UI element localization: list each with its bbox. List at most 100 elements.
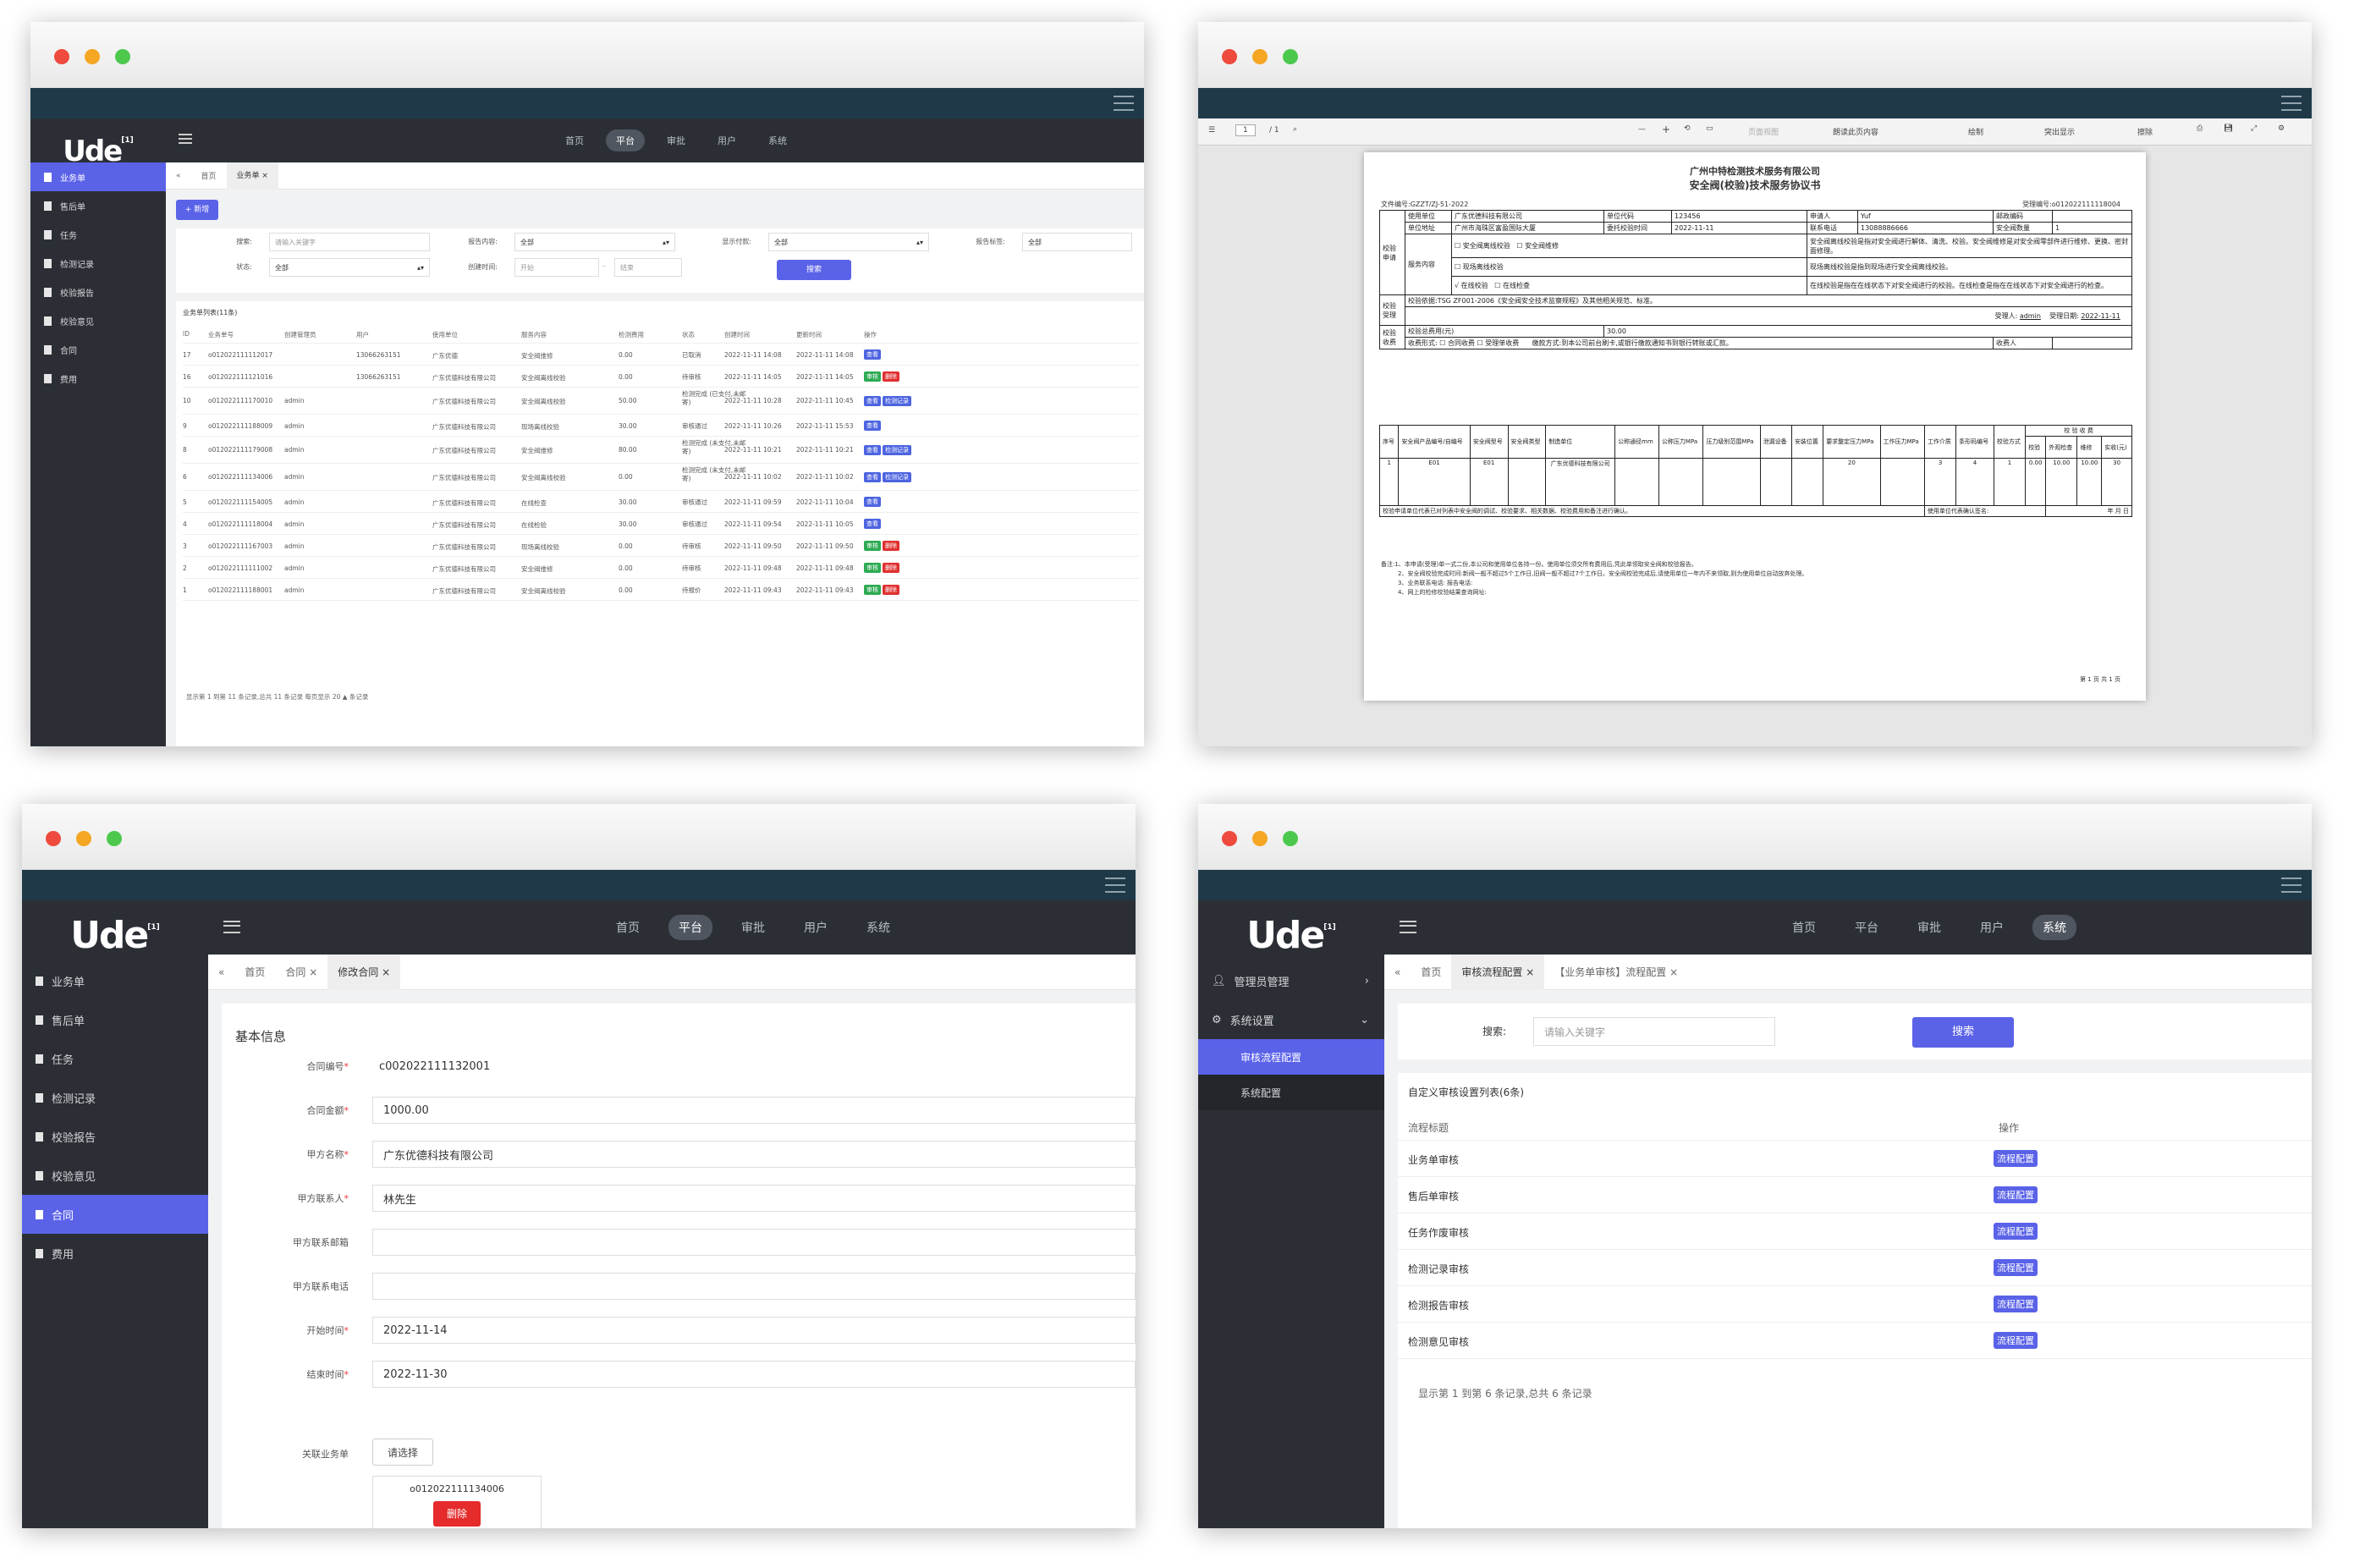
report-select[interactable]: 全部 ▴▾ xyxy=(514,233,675,251)
sidebar-item-reports[interactable]: 校验报告 xyxy=(22,1117,208,1156)
view-button[interactable]: 查看 xyxy=(864,421,881,431)
field-input[interactable]: 2022-11-14 xyxy=(372,1317,1136,1344)
crumb-edit-contract[interactable]: 修改合同 × xyxy=(327,954,401,990)
crumb-home[interactable]: 首页 xyxy=(1411,965,1451,979)
close-dot[interactable] xyxy=(46,831,61,846)
table-row[interactable]: 检测意见审核 流程配置 xyxy=(1398,1323,2312,1359)
field-input[interactable] xyxy=(372,1229,1136,1256)
sidebar-item-contracts[interactable]: 合同 xyxy=(30,335,166,364)
nav-platform[interactable]: 平台 xyxy=(606,129,645,151)
view-button[interactable]: 查看 xyxy=(864,472,881,482)
flow-config-button[interactable]: 流程配置 xyxy=(1994,1332,2038,1349)
close-dot[interactable] xyxy=(1222,831,1237,846)
crumb-order-flow[interactable]: 【业务单审核】流程配置 × xyxy=(1544,965,1688,979)
contents-icon[interactable]: ☰ xyxy=(1208,126,1215,135)
sidebar-item-contracts[interactable]: 合同 xyxy=(22,1195,208,1234)
delete-button[interactable]: 删除 xyxy=(883,563,899,573)
fit-page-icon[interactable]: ▭ xyxy=(1706,124,1713,133)
draw-button[interactable]: 绘制 xyxy=(1968,126,1983,137)
delete-linked-order-button[interactable]: 删除 xyxy=(433,1501,481,1527)
search-input[interactable]: 请输入关键字 xyxy=(269,233,430,251)
nav-system[interactable]: 系统 xyxy=(758,129,797,151)
start-date-input[interactable]: 开始 xyxy=(514,258,599,277)
crumb-approval-flow[interactable]: 审核流程配置 × xyxy=(1451,954,1545,990)
search-button[interactable]: 搜索 xyxy=(777,260,851,280)
back-icon[interactable]: « xyxy=(208,966,234,978)
table-row[interactable]: 16 o012022111121016 13066263151 广东优德科技有限公司 安… xyxy=(183,366,1139,388)
status-select[interactable]: 全部 ▴▾ xyxy=(269,258,430,277)
delete-button[interactable]: 删除 xyxy=(883,541,899,551)
page-number-input[interactable]: 1 xyxy=(1235,124,1256,136)
hamburger-icon[interactable] xyxy=(1105,878,1125,893)
sidebar-item-orders[interactable]: 业务单 xyxy=(30,162,166,191)
nav-system[interactable]: 系统 xyxy=(2032,915,2076,940)
delete-button[interactable]: 删除 xyxy=(883,371,899,382)
nav-home[interactable]: 首页 xyxy=(1782,915,1826,940)
nav-home[interactable]: 首页 xyxy=(555,129,594,151)
zoom-in-icon[interactable]: + xyxy=(1662,124,1670,135)
table-row[interactable]: 17 o012022111112017 13066263151 广东优德 安全阀维修 0.… xyxy=(183,344,1139,366)
save-icon[interactable]: 💾︎ xyxy=(2224,124,2233,133)
flow-config-button[interactable]: 流程配置 xyxy=(1994,1296,2038,1312)
nav-users[interactable]: 用户 xyxy=(707,129,746,151)
nav-platform[interactable]: 平台 xyxy=(1845,915,1889,940)
erase-button[interactable]: 擦除 xyxy=(2137,126,2153,137)
nav-approval[interactable]: 审批 xyxy=(731,915,775,940)
sidebar-item-opinions[interactable]: 校验意见 xyxy=(30,306,166,335)
sidebar-item-aftersale[interactable]: 售后单 xyxy=(30,191,166,220)
nav-users[interactable]: 用户 xyxy=(794,915,838,940)
table-row[interactable]: 1 o012022111188001 admin 广东优德科技有限公司 安全阀离线校验 0… xyxy=(183,579,1139,601)
review-button[interactable]: 审核 xyxy=(864,585,881,595)
fullscreen-icon[interactable]: ⤢ xyxy=(2251,124,2257,133)
table-row[interactable]: 检测报告审核 流程配置 xyxy=(1398,1286,2312,1323)
view-button[interactable]: 查看 xyxy=(864,396,881,406)
highlight-button[interactable]: 突出显示 xyxy=(2044,126,2075,137)
zoom-dot[interactable] xyxy=(1283,831,1298,846)
sidebar-item-admins[interactable]: 👤︎ 管理员管理 › xyxy=(1198,961,1384,1000)
close-dot[interactable] xyxy=(54,49,69,64)
field-input[interactable]: 林先生 xyxy=(372,1185,1136,1212)
table-row[interactable]: 5 o012022111154005 admin 广东优德科技有限公司 在线检查 30.0… xyxy=(183,491,1139,513)
sidebar-item-reports[interactable]: 校验报告 xyxy=(30,278,166,306)
sidebar-item-aftersale[interactable]: 售后单 xyxy=(22,1000,208,1039)
sidebar-item-tasks[interactable]: 任务 xyxy=(30,220,166,249)
records-button[interactable]: 检测记录 xyxy=(883,445,911,455)
zoom-out-icon[interactable]: — xyxy=(1638,125,1646,134)
records-button[interactable]: 检测记录 xyxy=(883,472,911,482)
table-row[interactable]: 任务作废审核 流程配置 xyxy=(1398,1213,2312,1250)
sidebar-sub-approval-flow[interactable]: 审核流程配置 xyxy=(1198,1039,1384,1075)
settings-icon[interactable]: ⚙ xyxy=(2278,124,2285,133)
choose-order-button[interactable]: 请选择 xyxy=(372,1439,433,1466)
crumb-home[interactable]: 首页 xyxy=(191,170,227,181)
end-date-input[interactable]: 结束 xyxy=(614,258,682,277)
table-row[interactable]: 10 o012022111170010 admin 广东优德科技有限公司 安全阀离线校验… xyxy=(183,388,1139,415)
crumb-home[interactable]: 首页 xyxy=(234,965,275,979)
review-button[interactable]: 审核 xyxy=(864,541,881,551)
table-row[interactable]: 2 o012022111111002 admin 广东优德科技有限公司 安全阀维修 0.0… xyxy=(183,557,1139,579)
review-button[interactable]: 审核 xyxy=(864,563,881,573)
nav-approval[interactable]: 审批 xyxy=(657,129,696,151)
menu-toggle-icon[interactable] xyxy=(223,921,240,933)
read-aloud-button[interactable]: 朗读此页内容 xyxy=(1833,126,1878,137)
back-icon[interactable]: « xyxy=(166,172,191,180)
view-button[interactable]: 查看 xyxy=(864,519,881,529)
flow-config-button[interactable]: 流程配置 xyxy=(1994,1259,2038,1276)
crumb-contracts[interactable]: 合同 × xyxy=(275,965,327,979)
table-row[interactable]: 售后单审核 流程配置 xyxy=(1398,1177,2312,1213)
minimize-dot[interactable] xyxy=(1252,49,1268,64)
table-row[interactable]: 9 o012022111188009 admin 广东优德科技有限公司 现场离线校验 30… xyxy=(183,415,1139,437)
minimize-dot[interactable] xyxy=(85,49,100,64)
delete-button[interactable]: 删除 xyxy=(883,585,899,595)
sidebar-item-fees[interactable]: 费用 xyxy=(22,1234,208,1273)
nav-home[interactable]: 首页 xyxy=(606,915,650,940)
hamburger-icon[interactable] xyxy=(2281,96,2302,111)
minimize-dot[interactable] xyxy=(76,831,91,846)
minimize-dot[interactable] xyxy=(1252,831,1268,846)
table-row[interactable]: 检测记录审核 流程配置 xyxy=(1398,1250,2312,1286)
table-row[interactable]: 3 o012022111167003 admin 广东优德科技有限公司 现场离线校验 0.… xyxy=(183,535,1139,557)
field-input[interactable]: 2022-11-30 xyxy=(372,1361,1136,1388)
sidebar-item-opinions[interactable]: 校验意见 xyxy=(22,1156,208,1195)
back-icon[interactable]: « xyxy=(1384,966,1411,978)
field-input[interactable]: 1000.00 xyxy=(372,1097,1136,1124)
page-view-button[interactable]: 页面视图 xyxy=(1748,126,1779,137)
